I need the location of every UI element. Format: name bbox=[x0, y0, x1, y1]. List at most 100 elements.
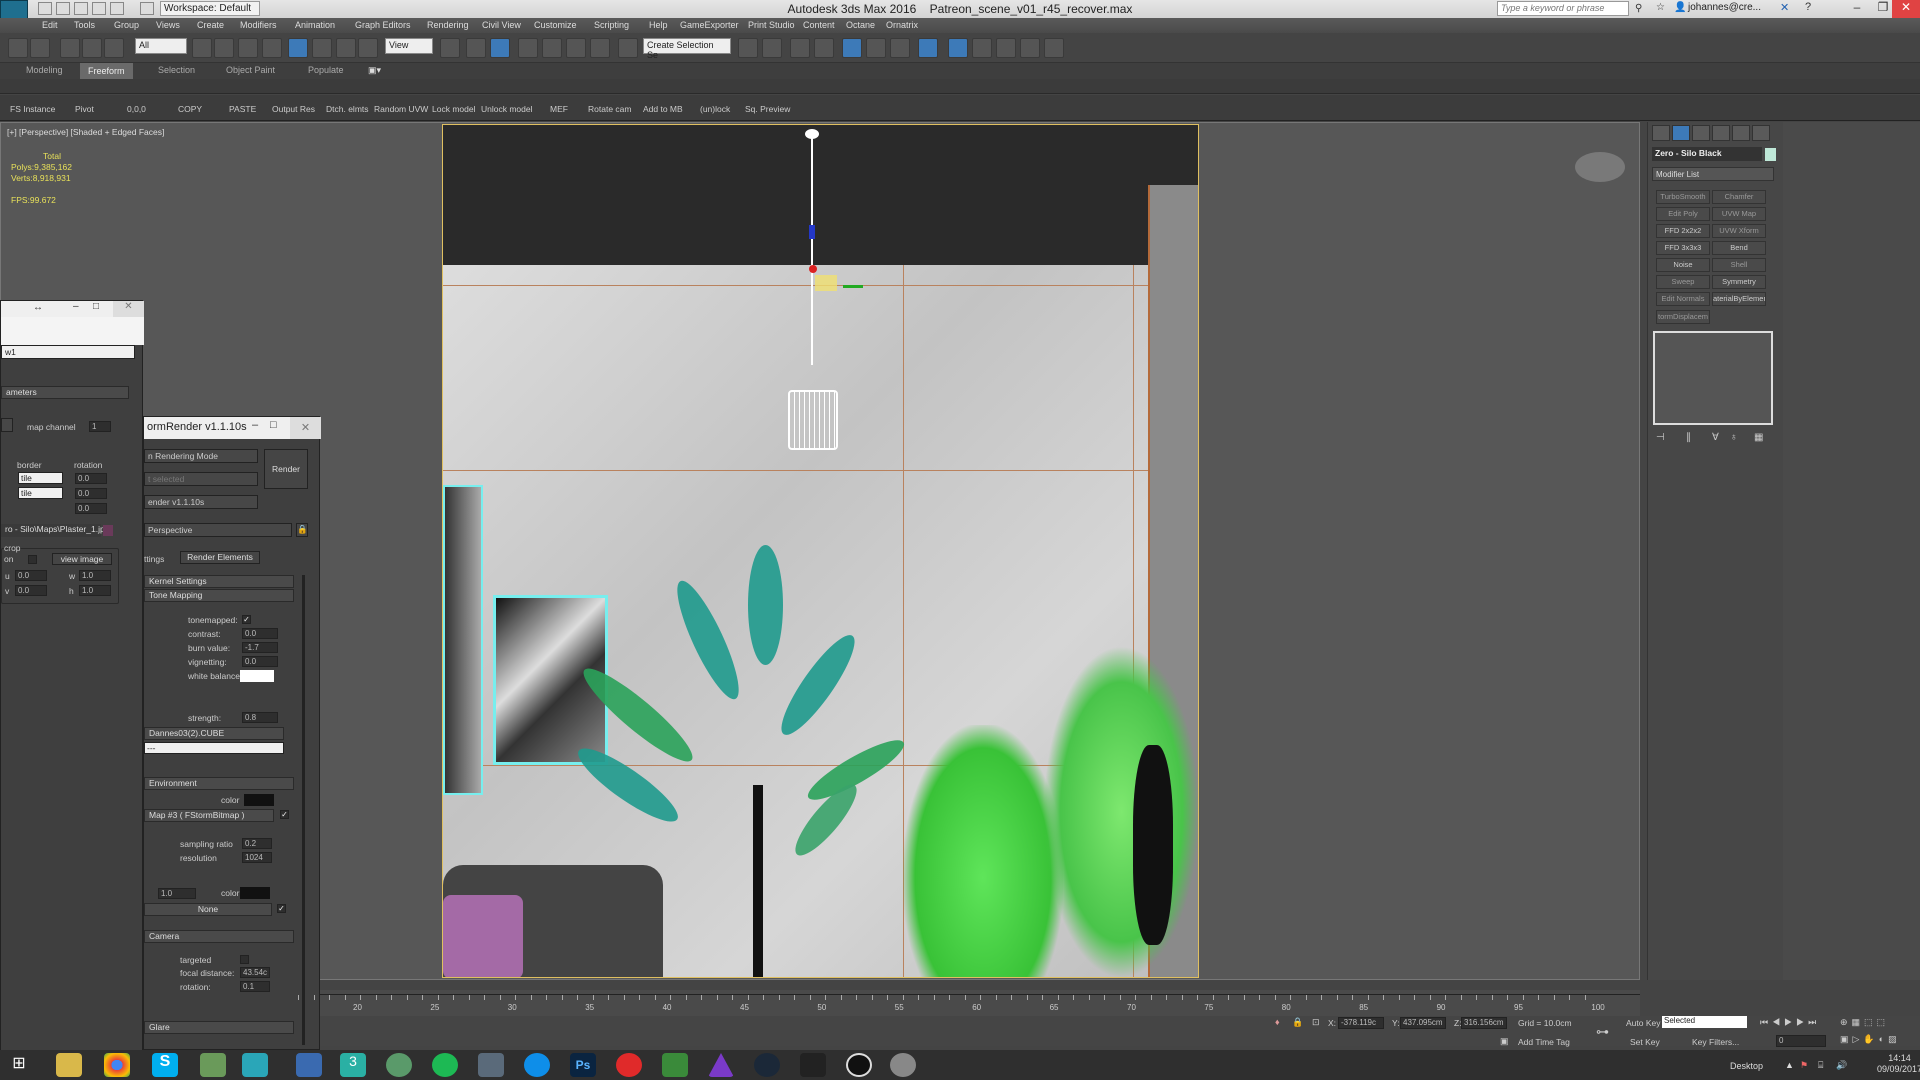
y-coordinate-field[interactable]: 437.095cm bbox=[1400, 1017, 1446, 1029]
set-key-mode-icon[interactable]: ⊶ bbox=[1596, 1024, 1609, 1040]
playback-controls[interactable]: ⏮◀▶▶⏭ bbox=[1760, 1017, 1820, 1028]
motion-tab-icon[interactable] bbox=[1712, 125, 1730, 141]
xbox-icon[interactable] bbox=[662, 1053, 688, 1077]
tab-render-elements[interactable]: Render Elements bbox=[180, 551, 260, 564]
create-tab-icon[interactable] bbox=[1652, 125, 1670, 141]
viewport-label[interactable]: [+] [Perspective] [Shaded + Edged Faces] bbox=[7, 127, 164, 137]
binoculars-icon[interactable]: ⚲ bbox=[1635, 3, 1642, 14]
contrast-spinner[interactable]: 0.0 bbox=[242, 628, 278, 639]
mirror-icon[interactable] bbox=[738, 38, 758, 58]
dialog-scrollbar[interactable] bbox=[302, 575, 305, 1045]
view-image-button[interactable]: view image bbox=[52, 553, 112, 565]
menu-modifiers[interactable]: Modifiers bbox=[240, 20, 277, 30]
reference-coordinate-dropdown[interactable]: View bbox=[385, 38, 433, 54]
plant-leaf[interactable] bbox=[748, 545, 783, 665]
fern-plant[interactable] bbox=[903, 725, 1063, 977]
selected-dropdown[interactable]: t selected bbox=[144, 472, 258, 486]
window-crossing-icon[interactable] bbox=[262, 38, 282, 58]
user-icon[interactable]: 👤 bbox=[1674, 2, 1686, 13]
selection-filter-dropdown[interactable]: All bbox=[135, 38, 187, 54]
schematic-view-icon[interactable] bbox=[890, 38, 910, 58]
photoshop-icon[interactable]: Ps bbox=[570, 1053, 596, 1077]
render-in-cloud-icon[interactable] bbox=[1044, 38, 1064, 58]
object-color-swatch[interactable] bbox=[1765, 148, 1776, 161]
rotation-w-spinner[interactable]: 0.0 bbox=[75, 503, 107, 514]
pendant-lamp-cord[interactable] bbox=[811, 135, 813, 365]
angle-snap-icon[interactable] bbox=[542, 38, 562, 58]
redo-icon[interactable] bbox=[110, 2, 124, 15]
dialog-minimize-button[interactable]: – bbox=[252, 419, 258, 431]
align-icon[interactable] bbox=[762, 38, 782, 58]
dialog-close-button[interactable]: ✕ bbox=[113, 301, 144, 317]
redo-icon[interactable] bbox=[30, 38, 50, 58]
dialog-titlebar[interactable]: ↔ – □ ✕ bbox=[1, 301, 144, 317]
renderer-dropdown[interactable]: ender v1.1.10s bbox=[144, 495, 258, 509]
select-by-name-icon[interactable] bbox=[214, 38, 234, 58]
scene-view[interactable] bbox=[442, 124, 1199, 978]
bitmap-path-button[interactable]: ro - Silo\Maps\Plaster_1.jpg bbox=[1, 524, 109, 537]
modifier-button[interactable]: Edit Normals bbox=[1656, 292, 1710, 306]
crop-u-spinner[interactable]: 0.0 bbox=[15, 570, 47, 581]
bg-multiplier-spinner[interactable]: 1.0 bbox=[158, 888, 196, 899]
undo-icon[interactable] bbox=[92, 2, 106, 15]
remove-modifier-icon[interactable]: ♁ bbox=[1730, 432, 1738, 443]
fs-instance-button[interactable]: FS Instance bbox=[10, 104, 55, 114]
map-channel-spinner[interactable]: 1 bbox=[89, 421, 111, 432]
other-app-icon[interactable] bbox=[890, 1053, 916, 1077]
env-color-swatch[interactable] bbox=[244, 794, 274, 806]
curve-editor-icon[interactable] bbox=[866, 38, 886, 58]
desktop-toolbar[interactable]: Desktop bbox=[1730, 1061, 1763, 1071]
z-coordinate-field[interactable]: 316.156cm bbox=[1461, 1017, 1507, 1029]
material-editor-icon[interactable] bbox=[918, 38, 938, 58]
keyboard-shortcut-override-icon[interactable] bbox=[490, 38, 510, 58]
spotify-icon[interactable] bbox=[432, 1053, 458, 1077]
workspace-dropdown[interactable]: Workspace: Default bbox=[160, 1, 260, 16]
percent-snap-icon[interactable] bbox=[566, 38, 586, 58]
modifier-stack-view[interactable] bbox=[1653, 331, 1773, 425]
absolute-mode-icon[interactable]: ⊡ bbox=[1312, 1017, 1320, 1028]
rotate-icon[interactable] bbox=[312, 38, 332, 58]
modifier-button[interactable]: aterialByElemen bbox=[1712, 292, 1766, 306]
auto-key-button[interactable]: Auto Key bbox=[1626, 1018, 1661, 1028]
modifier-button[interactable]: UVW Xform bbox=[1712, 224, 1766, 238]
key-filters-button[interactable]: Key Filters... bbox=[1692, 1037, 1739, 1047]
leafy-plant[interactable] bbox=[1043, 645, 1198, 977]
star-icon[interactable]: ☆ bbox=[1656, 2, 1665, 13]
tray-overflow-icon[interactable]: ▲ bbox=[1785, 1060, 1794, 1070]
rollout-camera[interactable]: Camera bbox=[144, 930, 294, 943]
gizmo-plane-handle[interactable] bbox=[815, 275, 837, 291]
unlock-model-button[interactable]: Unlock model bbox=[481, 104, 533, 114]
pivot-center-icon[interactable] bbox=[440, 38, 460, 58]
menu-scripting[interactable]: Scripting bbox=[594, 20, 629, 30]
menu-rendering[interactable]: Rendering bbox=[427, 20, 469, 30]
resize-icon[interactable]: ↔ bbox=[33, 302, 43, 313]
viewcube-icon[interactable] bbox=[1575, 152, 1625, 182]
render-setup-icon[interactable] bbox=[948, 38, 968, 58]
volume-icon[interactable]: 🔊 bbox=[1836, 1060, 1847, 1071]
lamp-canopy[interactable] bbox=[805, 129, 819, 139]
crop-h-spinner[interactable]: 1.0 bbox=[79, 585, 111, 596]
ribbon-options-icon[interactable]: ▣▾ bbox=[368, 65, 381, 76]
menu-graph-editors[interactable]: Graph Editors bbox=[355, 20, 411, 30]
sofa-pillow[interactable] bbox=[443, 895, 523, 977]
modifier-button[interactable]: tormDisplacem bbox=[1656, 310, 1710, 324]
show-end-result-icon[interactable]: ∥ bbox=[1686, 432, 1691, 443]
render-button[interactable]: Render bbox=[264, 449, 308, 489]
3dsmax-taskbar-icon[interactable] bbox=[242, 1053, 268, 1077]
network-icon[interactable] bbox=[296, 1053, 322, 1077]
rollout-parameters[interactable]: ameters bbox=[1, 386, 129, 399]
dialog-maximize-button[interactable]: □ bbox=[93, 301, 99, 312]
random-uvw-button[interactable]: Random UVW bbox=[374, 104, 428, 114]
dialog-titlebar[interactable]: ormRender v1.1.10s – □ ✕ bbox=[144, 417, 321, 439]
close-button[interactable]: ✕ bbox=[1892, 0, 1920, 18]
teamviewer-icon[interactable] bbox=[524, 1053, 550, 1077]
bind-space-warp-icon[interactable] bbox=[104, 38, 124, 58]
pin-stack-icon[interactable]: ⊣ bbox=[1656, 432, 1665, 443]
lock-icon[interactable]: 🔒 bbox=[296, 523, 308, 537]
modifier-button[interactable]: FFD 2x2x2 bbox=[1656, 224, 1710, 238]
rotation-v-spinner[interactable]: 0.0 bbox=[75, 488, 107, 499]
rotation-u-spinner[interactable]: 0.0 bbox=[75, 473, 107, 484]
vignetting-spinner[interactable]: 0.0 bbox=[242, 656, 278, 667]
select-object-icon[interactable] bbox=[192, 38, 212, 58]
copy-button[interactable]: COPY bbox=[178, 104, 202, 114]
